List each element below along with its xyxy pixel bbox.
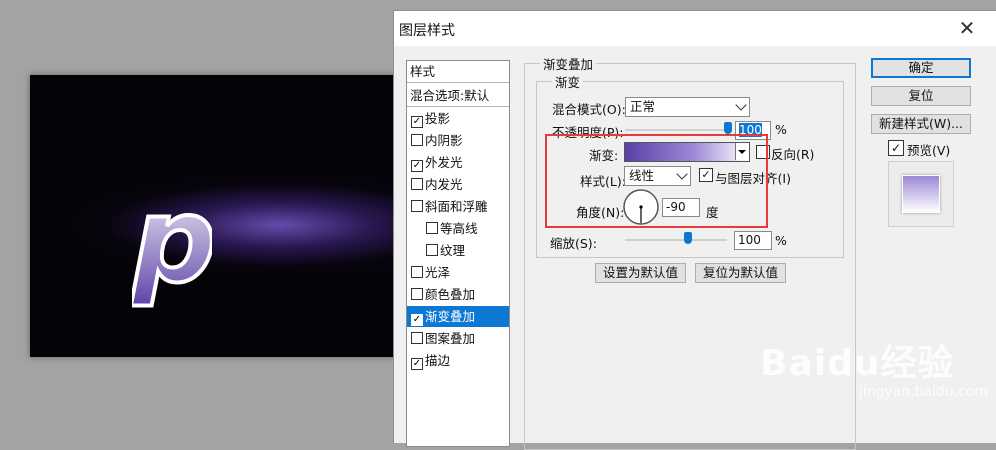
watermark-url: jingyan.baidu.com	[858, 384, 988, 400]
style-item-label: 投影	[425, 111, 451, 126]
style-item-label: 纹理	[440, 243, 466, 258]
style-item-contour[interactable]: 等高线	[407, 218, 528, 239]
checkbox-checked[interactable]: ✓	[411, 314, 423, 326]
blend-mode-label: 混合模式(O):	[552, 102, 626, 117]
style-item-label: 内发光	[425, 177, 463, 192]
preview-label: 预览(V)	[907, 143, 951, 158]
group-title: 渐变叠加	[540, 54, 597, 73]
style-item-label: 内阴影	[425, 133, 463, 148]
checkbox-checked[interactable]: ✓	[411, 116, 423, 128]
checkbox[interactable]	[411, 134, 423, 146]
style-item-bevel-emboss[interactable]: 斜面和浮雕	[407, 196, 513, 217]
blend-options-item[interactable]: 混合选项:默认	[410, 85, 512, 106]
styles-header[interactable]: 样式	[410, 61, 512, 82]
style-item-color-overlay[interactable]: 颜色叠加	[407, 284, 513, 305]
style-item-drop-shadow[interactable]: ✓ 投影	[407, 108, 513, 129]
style-preview-box	[888, 161, 954, 227]
style-item-pattern-overlay[interactable]: 图案叠加	[407, 328, 513, 349]
title-bar: 图层样式 ✕	[394, 11, 996, 46]
scale-unit: %	[775, 233, 787, 248]
style-item-stroke[interactable]: ✓ 描边	[407, 350, 513, 371]
checkbox[interactable]	[411, 288, 423, 300]
close-icon[interactable]: ✕	[947, 11, 987, 46]
style-item-label: 图案叠加	[425, 331, 476, 346]
chevron-down-icon	[735, 99, 747, 111]
svg-text:p: p	[132, 193, 212, 309]
style-item-label: 颜色叠加	[425, 287, 476, 302]
style-item-satin[interactable]: 光泽	[407, 262, 513, 283]
reverse-label: 反向(R)	[771, 147, 815, 162]
document-canvas: p	[30, 75, 400, 357]
checkbox[interactable]	[411, 200, 423, 212]
sub-group-title: 渐变	[552, 72, 584, 91]
checkbox[interactable]	[411, 266, 423, 278]
baidu-watermark: Baidu经验 jingyan.baidu.com	[760, 334, 988, 400]
slider-thumb-icon[interactable]	[724, 122, 732, 134]
checkbox[interactable]	[411, 178, 423, 190]
gradient-letter-p: p	[132, 193, 212, 311]
scale-input[interactable]: 100	[734, 231, 772, 250]
checkbox-checked[interactable]: ✓	[411, 358, 423, 370]
reset-default-button[interactable]: 复位为默认值	[695, 263, 786, 283]
watermark-brand: Baidu经验	[760, 343, 955, 384]
slider-thumb-icon[interactable]	[684, 232, 692, 244]
set-default-button[interactable]: 设置为默认值	[595, 263, 686, 283]
checkbox[interactable]	[426, 244, 438, 256]
style-item-inner-glow[interactable]: 内发光	[407, 174, 513, 195]
style-item-label: 光泽	[425, 265, 451, 280]
blend-mode-value: 正常	[630, 99, 656, 114]
style-item-outer-glow[interactable]: ✓ 外发光	[407, 152, 513, 173]
style-item-label: 等高线	[440, 221, 478, 236]
new-style-button[interactable]: 新建样式(W)...	[871, 114, 971, 134]
checkbox-checked[interactable]: ✓	[411, 160, 423, 172]
checkbox[interactable]	[411, 332, 423, 344]
highlight-box	[545, 134, 768, 228]
style-item-label: 渐变叠加	[425, 309, 476, 324]
scale-value: 100	[738, 233, 761, 247]
scale-label: 缩放(S):	[550, 236, 597, 251]
style-item-inner-shadow[interactable]: 内阴影	[407, 130, 513, 151]
dialog-title: 图层样式	[399, 23, 455, 39]
style-item-texture[interactable]: 纹理	[407, 240, 528, 261]
style-item-gradient-overlay[interactable]: ✓ 渐变叠加	[407, 306, 509, 327]
reset-button[interactable]: 复位	[871, 86, 971, 106]
checkmark-icon[interactable]: ✓	[888, 140, 904, 156]
style-item-label: 外发光	[425, 155, 463, 170]
styles-list: 样式 混合选项:默认 ✓ 投影 内阴影 ✓ 外发光 内发光 斜面和浮雕 等高线 纹理…	[406, 60, 510, 447]
ok-button[interactable]: 确定	[871, 58, 971, 78]
divider	[407, 106, 509, 107]
divider	[407, 82, 509, 83]
opacity-unit: %	[775, 122, 787, 137]
style-item-label: 描边	[425, 353, 451, 368]
opacity-track[interactable]	[625, 129, 729, 131]
style-item-label: 斜面和浮雕	[425, 199, 488, 214]
scale-track[interactable]	[625, 239, 727, 241]
checkbox[interactable]	[426, 222, 438, 234]
style-preview-swatch	[902, 175, 940, 213]
blend-mode-select[interactable]: 正常	[625, 97, 750, 117]
